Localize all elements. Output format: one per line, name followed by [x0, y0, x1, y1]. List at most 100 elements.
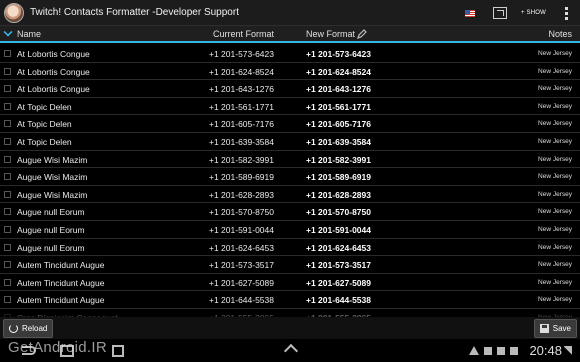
new-format[interactable]: +1 201-628-2893 — [306, 190, 371, 200]
table-row[interactable]: At Topic Delen +1 201-561-1771 +1 201-561-… — [0, 98, 580, 116]
new-format[interactable]: +1 201-643-1276 — [306, 84, 371, 94]
save-button[interactable]: Save — [533, 319, 577, 338]
new-format[interactable]: +1 201-605-7176 — [306, 119, 371, 129]
action-bar-actions: + SHOW — [464, 0, 580, 26]
current-format: +1 201-624-6453 — [209, 242, 274, 253]
column-header-new-format[interactable]: New Format — [306, 29, 355, 39]
current-format: +1 201-628-2893 — [209, 189, 274, 200]
row-checkbox[interactable] — [4, 190, 11, 198]
row-checkbox[interactable] — [4, 296, 11, 304]
contact-name: Autem Tincidunt Augue — [17, 260, 105, 271]
contact-name: Augue null Eorum — [17, 224, 85, 235]
note: New Jersey — [538, 208, 572, 216]
column-header-notes[interactable]: Notes — [548, 29, 572, 39]
table-row[interactable]: Augue null Eorum +1 201-591-0044 +1 201-59… — [0, 221, 580, 239]
table-row[interactable]: Cras Dignissim Consequat+1 201-555-2865+… — [0, 309, 580, 317]
notification-icon — [510, 346, 518, 355]
new-format[interactable]: +1 201-573-6423 — [306, 49, 371, 59]
new-format[interactable]: +1 201-561-1771 — [306, 102, 371, 112]
row-checkbox[interactable] — [4, 137, 11, 145]
row-checkbox[interactable] — [4, 102, 11, 110]
contact-name: At Topic Delen — [17, 119, 72, 130]
current-format: +1 201-573-3517 — [209, 260, 274, 271]
current-format: +1 201-570-8750 — [209, 207, 274, 218]
column-header-name[interactable]: Name — [17, 29, 41, 39]
table-row[interactable]: At Topic Delen +1 201-605-7176 +1 201-605-… — [0, 115, 580, 133]
new-format[interactable]: +1 201-624-6453 — [306, 243, 371, 253]
table-row[interactable]: Augue Wisi Mazim +1 201-582-3991 +1 201-58… — [0, 151, 580, 169]
new-format[interactable]: +1 201-627-5089 — [306, 278, 371, 288]
signal-icon — [564, 346, 572, 355]
new-format[interactable]: +1 201-570-8750 — [306, 207, 371, 217]
current-format: +1 201-624-8524 — [209, 66, 274, 77]
table-row[interactable]: Augue Wisi Mazim +1 201-628-2893 +1 201-62… — [0, 186, 580, 204]
table-row[interactable]: At Topic Delen +1 201-639-3584 +1 201-639-… — [0, 133, 580, 151]
reload-icon — [9, 324, 18, 333]
row-checkbox[interactable] — [4, 50, 11, 57]
current-format: +1 201-589-6919 — [209, 172, 274, 183]
table-row[interactable]: Autem Tincidunt Augue +1 201-627-5089 +1 2… — [0, 274, 580, 292]
pencil-edit-icon[interactable] — [357, 29, 367, 39]
reload-button[interactable]: Reload — [3, 319, 54, 338]
current-format: +1 201-627-5089 — [209, 277, 274, 288]
column-header-current-format[interactable]: Current Format — [213, 29, 274, 39]
note: New Jersey — [538, 102, 572, 110]
chevron-up-icon[interactable] — [283, 343, 299, 359]
table-row[interactable]: Augue Wisi Mazim +1 201-589-6919 +1 201-58… — [0, 168, 580, 186]
contact-name: At Lobortis Congue — [17, 66, 90, 77]
watermark: GetAndroid.IR — [8, 339, 107, 356]
contacts-list[interactable]: At Lobortis Congue +1 201-573-6423 +1 201-… — [0, 45, 580, 317]
select-all-check-icon[interactable] — [3, 27, 13, 37]
new-format[interactable]: +1 201-591-0044 — [306, 225, 371, 235]
note: New Jersey — [538, 85, 572, 93]
row-checkbox[interactable] — [4, 208, 11, 216]
app-icon[interactable] — [4, 2, 24, 23]
note: New Jersey — [538, 137, 572, 145]
table-row[interactable]: At Lobortis Congue +1 201-624-8524 +1 201-… — [0, 63, 580, 81]
row-checkbox[interactable] — [4, 67, 11, 75]
current-format: +1 201-643-1276 — [209, 84, 274, 95]
new-format[interactable]: +1 201-589-6919 — [306, 172, 371, 182]
contact-name: At Topic Delen — [17, 101, 72, 112]
contact-name: Augue Wisi Mazim — [17, 172, 88, 183]
note: New Jersey — [538, 278, 572, 286]
reload-label: Reload — [22, 324, 48, 333]
new-format[interactable]: +1 201-644-5538 — [306, 295, 371, 305]
table-row[interactable]: Augue null Eorum +1 201-624-6453 +1 201-62… — [0, 239, 580, 257]
new-format[interactable]: +1 201-624-8524 — [306, 67, 371, 77]
row-checkbox[interactable] — [4, 278, 11, 286]
table-row[interactable]: At Lobortis Congue +1 201-573-6423 +1 201-… — [0, 45, 580, 63]
row-checkbox[interactable] — [4, 173, 11, 181]
new-format[interactable]: +1 201-639-3584 — [306, 137, 371, 147]
action-bar: Twitch! Contacts Formatter -Developer Su… — [0, 0, 580, 26]
table-row[interactable]: At Lobortis Congue +1 201-643-1276 +1 201-… — [0, 80, 580, 98]
note: New Jersey — [538, 120, 572, 128]
contact-name: Augue Wisi Mazim — [17, 189, 88, 200]
current-format: +1 201-591-0044 — [209, 224, 274, 235]
expand-icon[interactable] — [492, 7, 507, 19]
row-checkbox[interactable] — [4, 225, 11, 233]
table-row[interactable]: Autem Tincidunt Augue +1 201-573-3517 +1 2… — [0, 256, 580, 274]
row-checkbox[interactable] — [4, 243, 11, 251]
recent-apps-icon[interactable] — [112, 345, 124, 357]
table-row[interactable]: Augue null Eorum +1 201-570-8750 +1 201-57… — [0, 203, 580, 221]
row-checkbox[interactable] — [4, 155, 11, 163]
row-checkbox[interactable] — [4, 261, 11, 269]
current-format: +1 201-561-1771 — [209, 101, 274, 112]
row-checkbox[interactable] — [4, 120, 11, 128]
row-checkbox[interactable] — [4, 85, 11, 93]
table-row[interactable]: Autem Tincidunt Augue +1 201-644-5538 +1 2… — [0, 291, 580, 309]
contact-name: At Topic Delen — [17, 136, 72, 147]
table-header: Name Current Format New Format Notes — [0, 26, 580, 43]
bottom-bar: Reload Save — [0, 317, 580, 339]
current-format: +1 201-644-5538 — [209, 295, 274, 306]
current-format: +1 201-605-7176 — [209, 119, 274, 130]
new-format[interactable]: +1 201-582-3991 — [306, 155, 371, 165]
contact-name: Augue null Eorum — [17, 207, 85, 218]
system-nav-bar: GetAndroid.IR 20:48 — [0, 339, 580, 362]
overflow-menu-icon[interactable] — [558, 0, 574, 26]
new-format[interactable]: +1 201-573-3517 — [306, 260, 371, 270]
note: New Jersey — [538, 225, 572, 233]
us-flag-icon[interactable] — [464, 9, 475, 17]
show-button[interactable]: + SHOW — [521, 10, 546, 16]
